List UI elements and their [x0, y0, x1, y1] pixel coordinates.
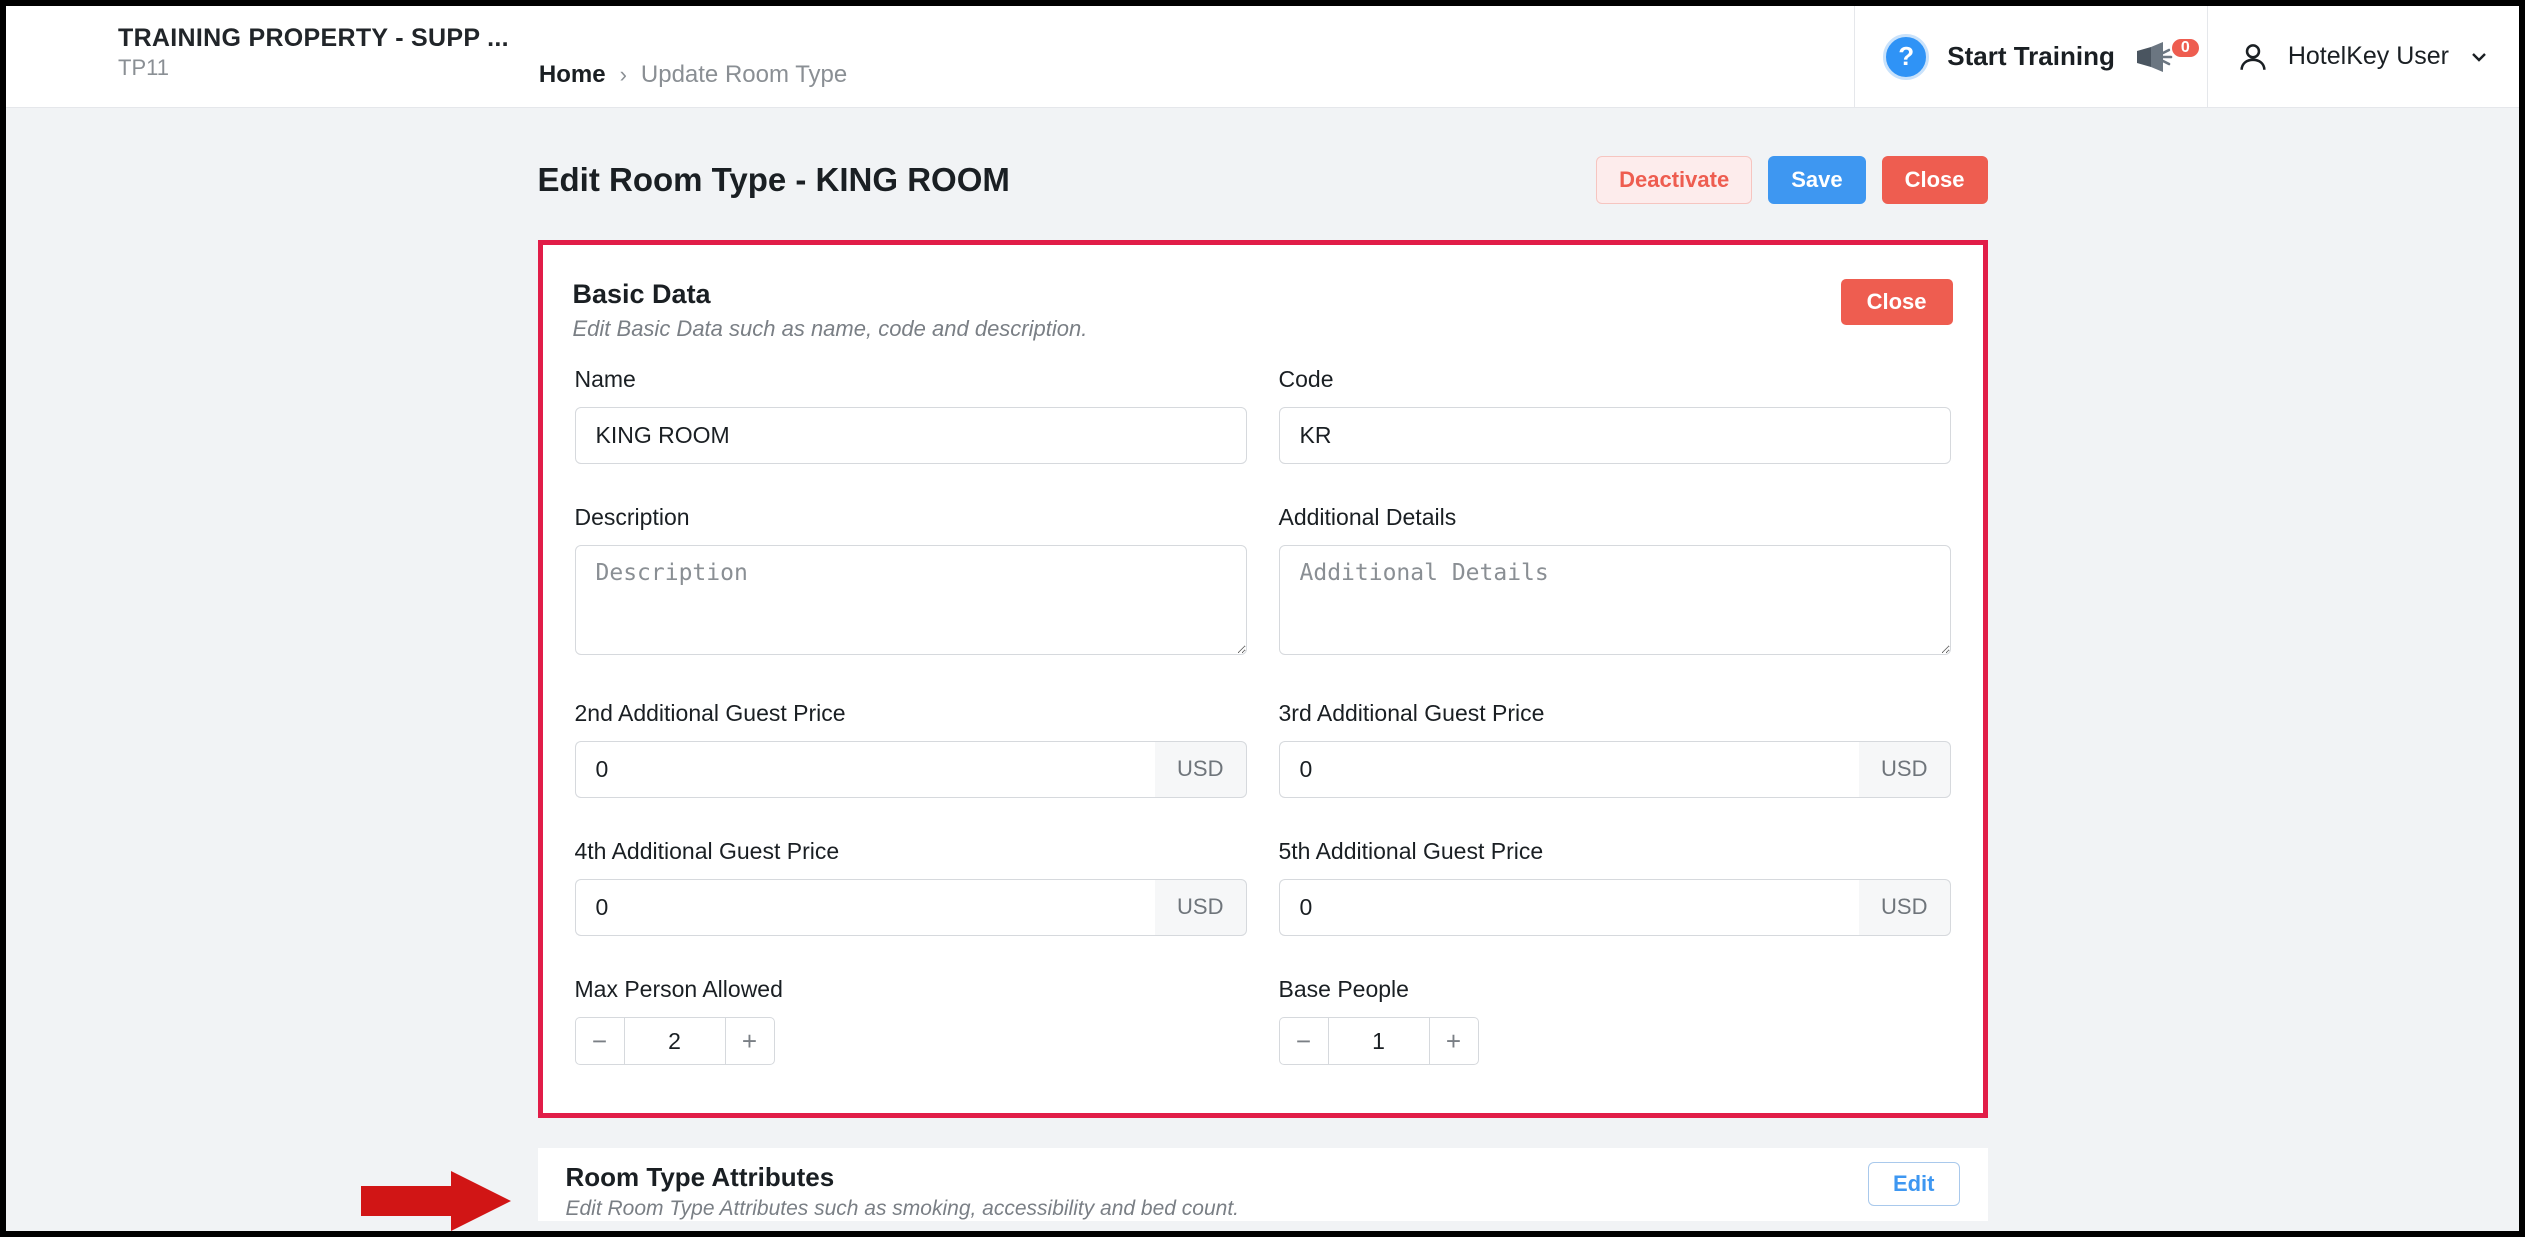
label-description: Description: [575, 504, 1247, 531]
content-wrap: Edit Room Type - KING ROOM Deactivate Sa…: [538, 156, 1988, 1221]
price5-input[interactable]: [1279, 879, 1860, 936]
chevron-down-icon: [2467, 45, 2491, 69]
base-people-increment[interactable]: +: [1429, 1017, 1479, 1065]
attributes-title: Room Type Attributes: [566, 1162, 1240, 1193]
label-price3: 3rd Additional Guest Price: [1279, 700, 1951, 727]
top-bar: TRAINING PROPERTY - SUPP ... TP11 Home ›…: [6, 6, 2519, 108]
megaphone-icon[interactable]: 0: [2133, 41, 2179, 73]
field-base-people: Base People − 1 +: [1279, 976, 1951, 1065]
annotation-arrow-icon: [361, 1171, 511, 1231]
name-input[interactable]: [575, 407, 1247, 464]
property-title: TRAINING PROPERTY - SUPP ...: [118, 24, 509, 53]
label-additional-details: Additional Details: [1279, 504, 1951, 531]
field-code: Code: [1279, 366, 1951, 464]
max-person-increment[interactable]: +: [725, 1017, 775, 1065]
basic-data-subtitle: Edit Basic Data such as name, code and d…: [573, 316, 1088, 342]
field-price2: 2nd Additional Guest Price USD: [575, 700, 1247, 798]
max-person-stepper: − 2 +: [575, 1017, 1247, 1065]
breadcrumb-current: Update Room Type: [641, 61, 847, 89]
property-code: TP11: [118, 55, 509, 81]
breadcrumb: Home › Update Room Type: [539, 6, 847, 107]
help-section: ? Start Training 0: [1854, 6, 2207, 107]
field-price3: 3rd Additional Guest Price USD: [1279, 700, 1951, 798]
field-additional-details: Additional Details: [1279, 504, 1951, 660]
basic-data-form: Name Code Description Additional Details: [561, 366, 1965, 1065]
additional-details-textarea[interactable]: [1279, 545, 1951, 655]
breadcrumb-home[interactable]: Home: [539, 61, 606, 89]
description-textarea[interactable]: [575, 545, 1247, 655]
field-price4: 4th Additional Guest Price USD: [575, 838, 1247, 936]
code-input[interactable]: [1279, 407, 1951, 464]
label-price5: 5th Additional Guest Price: [1279, 838, 1951, 865]
label-price4: 4th Additional Guest Price: [575, 838, 1247, 865]
currency-suffix: USD: [1155, 741, 1246, 798]
field-max-person: Max Person Allowed − 2 +: [575, 976, 1247, 1065]
attributes-subtitle: Edit Room Type Attributes such as smokin…: [566, 1197, 1240, 1221]
basic-data-header: Basic Data Edit Basic Data such as name,…: [561, 267, 1965, 366]
user-name-label: HotelKey User: [2288, 42, 2449, 71]
title-row: Edit Room Type - KING ROOM Deactivate Sa…: [538, 156, 1988, 204]
label-code: Code: [1279, 366, 1951, 393]
page-title: Edit Room Type - KING ROOM: [538, 161, 1010, 199]
page-body: Edit Room Type - KING ROOM Deactivate Sa…: [6, 108, 2519, 1221]
user-section[interactable]: HotelKey User: [2207, 6, 2519, 107]
field-description: Description: [575, 504, 1247, 660]
notification-badge: 0: [2170, 37, 2201, 59]
save-button[interactable]: Save: [1768, 156, 1865, 204]
property-block: TRAINING PROPERTY - SUPP ... TP11: [6, 6, 539, 107]
label-price2: 2nd Additional Guest Price: [575, 700, 1247, 727]
field-price5: 5th Additional Guest Price USD: [1279, 838, 1951, 936]
help-icon[interactable]: ?: [1883, 34, 1929, 80]
label-max-person: Max Person Allowed: [575, 976, 1247, 1003]
basic-data-close-button[interactable]: Close: [1841, 279, 1953, 325]
basic-data-title: Basic Data: [573, 279, 1088, 310]
currency-suffix: USD: [1859, 741, 1950, 798]
user-icon: [2236, 40, 2270, 74]
basic-data-panel: Basic Data Edit Basic Data such as name,…: [538, 240, 1988, 1118]
base-people-decrement[interactable]: −: [1279, 1017, 1329, 1065]
max-person-decrement[interactable]: −: [575, 1017, 625, 1065]
start-training-label[interactable]: Start Training: [1947, 41, 2115, 72]
page-button-row: Deactivate Save Close: [1596, 156, 1987, 204]
attributes-edit-button[interactable]: Edit: [1868, 1162, 1960, 1206]
currency-suffix: USD: [1859, 879, 1950, 936]
price3-input[interactable]: [1279, 741, 1860, 798]
deactivate-button[interactable]: Deactivate: [1596, 156, 1752, 204]
field-name: Name: [575, 366, 1247, 464]
label-base-people: Base People: [1279, 976, 1951, 1003]
price4-input[interactable]: [575, 879, 1156, 936]
app-frame: TRAINING PROPERTY - SUPP ... TP11 Home ›…: [0, 0, 2525, 1237]
currency-suffix: USD: [1155, 879, 1246, 936]
base-people-stepper: − 1 +: [1279, 1017, 1951, 1065]
chevron-right-icon: ›: [620, 62, 627, 88]
price2-input[interactable]: [575, 741, 1156, 798]
close-button[interactable]: Close: [1882, 156, 1988, 204]
max-person-value: 2: [625, 1017, 725, 1065]
room-type-attributes-panel: Room Type Attributes Edit Room Type Attr…: [538, 1148, 1988, 1221]
base-people-value: 1: [1329, 1017, 1429, 1065]
label-name: Name: [575, 366, 1247, 393]
